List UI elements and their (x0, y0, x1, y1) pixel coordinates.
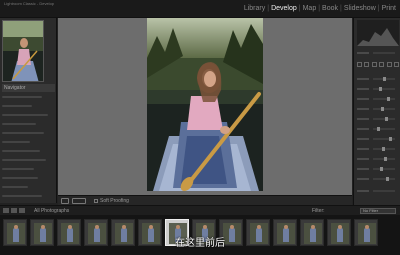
preset-item[interactable] (2, 121, 55, 127)
preset-item[interactable] (2, 184, 55, 190)
preset-item[interactable] (2, 148, 55, 154)
preset-list (2, 94, 55, 202)
photo-canvas[interactable] (58, 18, 352, 195)
module-slideshow[interactable]: Slideshow (342, 4, 378, 13)
slider-row[interactable] (357, 146, 399, 152)
slider-row[interactable] (357, 136, 399, 142)
navigator-header[interactable]: Navigator (2, 84, 55, 92)
module-picker: Library | Develop | Map | Book | Slideshow | … (242, 4, 398, 13)
slider-row[interactable] (357, 96, 399, 102)
preset-item[interactable] (2, 103, 55, 109)
preset-item[interactable] (2, 193, 55, 199)
red-eye-icon[interactable] (371, 62, 377, 67)
lightroom-window: Lightroom Classic - Develop Library | Dev… (0, 0, 400, 255)
secondary-window-buttons (3, 206, 27, 213)
tool-strip (357, 62, 399, 68)
preset-item[interactable] (2, 166, 55, 172)
slider-row[interactable] (357, 76, 399, 82)
preset-item[interactable] (2, 94, 55, 100)
module-develop[interactable]: Develop (269, 4, 299, 13)
slider-row[interactable] (357, 116, 399, 122)
navigator-preview[interactable] (2, 20, 44, 82)
filmstrip-bar: All Photographs Filter: No Filter (0, 205, 400, 215)
app-title: Lightroom Classic - Develop (4, 1, 55, 6)
filter-dropdown[interactable]: No Filter (360, 208, 396, 214)
display-1-icon[interactable] (3, 208, 9, 213)
histogram (357, 20, 399, 46)
module-map[interactable]: Map (301, 4, 319, 13)
loupe-view-button[interactable] (61, 198, 69, 204)
display-2-icon[interactable] (11, 208, 17, 213)
panel-row[interactable] (357, 50, 399, 56)
slider-row[interactable] (357, 86, 399, 92)
soft-proofing-toggle[interactable]: Soft Proofing (94, 197, 129, 205)
preset-item[interactable] (2, 139, 55, 145)
soft-proofing-label: Soft Proofing (100, 198, 129, 204)
preset-item[interactable] (2, 112, 55, 118)
main-photo[interactable] (147, 18, 263, 191)
preset-item[interactable] (2, 175, 55, 181)
module-library[interactable]: Library (242, 4, 267, 13)
graduated-filter-icon[interactable] (379, 62, 385, 67)
crop-icon[interactable] (357, 62, 362, 67)
slider-row[interactable] (357, 156, 399, 162)
before-after-button[interactable] (72, 198, 86, 204)
panel-row[interactable] (357, 188, 399, 194)
module-print[interactable]: Print (380, 4, 398, 13)
left-panel: Navigator (0, 18, 57, 203)
radial-filter-icon[interactable] (386, 62, 392, 67)
slider-row[interactable] (357, 166, 399, 172)
portrait-image (147, 18, 263, 191)
brush-icon[interactable] (393, 62, 399, 67)
slider-row[interactable] (357, 176, 399, 182)
module-bar: Lightroom Classic - Develop Library | Dev… (0, 0, 400, 18)
grid-icon[interactable] (19, 208, 25, 213)
module-book[interactable]: Book (320, 4, 340, 13)
slider-row[interactable] (357, 106, 399, 112)
develop-toolbar: Soft Proofing (58, 195, 352, 205)
preset-item[interactable] (2, 130, 55, 136)
spot-removal-icon[interactable] (364, 62, 370, 67)
right-panel (353, 18, 400, 205)
video-subtitle: 在这里前后 (175, 238, 225, 249)
preset-item[interactable] (2, 157, 55, 163)
histogram-graph (357, 28, 399, 46)
navigator-image (3, 21, 43, 81)
soft-proofing-checkbox[interactable] (94, 199, 98, 203)
slider-row[interactable] (357, 126, 399, 132)
